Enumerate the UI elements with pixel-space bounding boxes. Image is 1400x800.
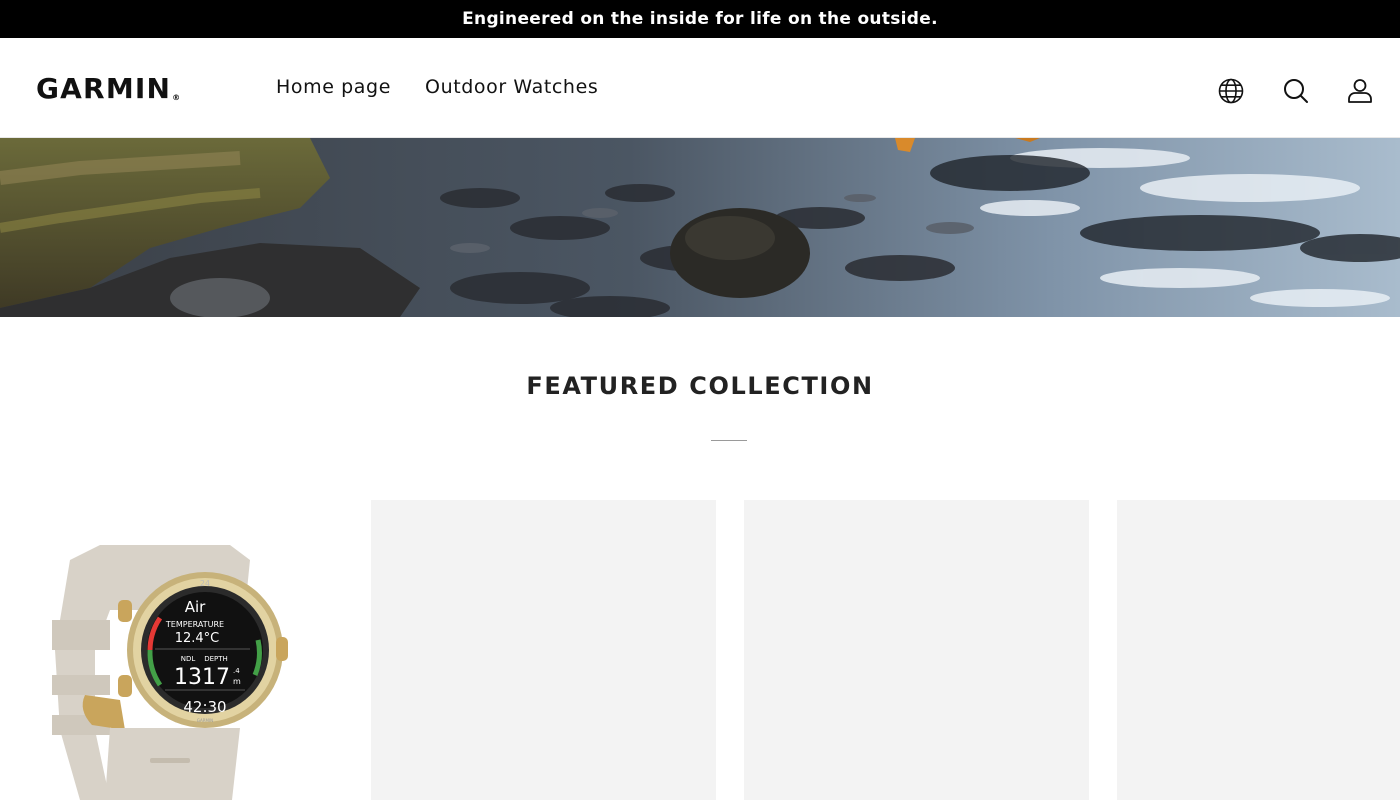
- globe-icon[interactable]: [1211, 71, 1251, 111]
- title-divider: [711, 440, 747, 441]
- site-header: GARMIN ® Home page Outdoor Watches: [0, 38, 1400, 138]
- watch-mode: Air: [185, 598, 206, 616]
- watch-time: 42:30: [183, 698, 226, 716]
- watch-temp-value: 12.4°C: [175, 631, 220, 646]
- logo-registered-mark: ®: [172, 93, 181, 102]
- product-card[interactable]: 24 Air TEMPERATURE 12.4°C NDL DEPTH 13 1…: [0, 500, 345, 800]
- announcement-text: Engineered on the inside for life on the…: [462, 9, 938, 29]
- product-card-placeholder[interactable]: [1117, 500, 1400, 800]
- product-card-placeholder[interactable]: [371, 500, 716, 800]
- watch-ndl-value: 13: [174, 665, 202, 690]
- nav-home-page[interactable]: Home page: [276, 76, 391, 98]
- watch-bezel-24: 24: [200, 579, 210, 588]
- watch-brand: GARMIN: [197, 718, 213, 723]
- search-icon[interactable]: [1276, 71, 1316, 111]
- announcement-bar: Engineered on the inside for life on the…: [0, 0, 1400, 38]
- river-scene-image: [0, 138, 1400, 317]
- watch-depth-label: DEPTH: [204, 655, 228, 663]
- garmin-logo[interactable]: GARMIN ®: [36, 72, 181, 105]
- watch-depth-unit: m: [233, 677, 241, 686]
- watch-depth-decimal: .4: [233, 667, 240, 675]
- featured-collection-title: FEATURED COLLECTION: [526, 372, 874, 400]
- watch-ndl-label: NDL: [181, 655, 196, 663]
- logo-text: GARMIN: [36, 72, 172, 105]
- account-icon[interactable]: [1340, 71, 1380, 111]
- dive-watch-image: 24 Air TEMPERATURE 12.4°C NDL DEPTH 13 1…: [52, 545, 288, 800]
- watch-depth-value: 17: [202, 665, 230, 690]
- watch-temp-label: TEMPERATURE: [165, 620, 224, 629]
- product-card-placeholder[interactable]: [744, 500, 1089, 800]
- hero-banner-image: [0, 138, 1400, 317]
- main-nav: Home page Outdoor Watches: [276, 76, 598, 98]
- nav-outdoor-watches[interactable]: Outdoor Watches: [425, 76, 598, 98]
